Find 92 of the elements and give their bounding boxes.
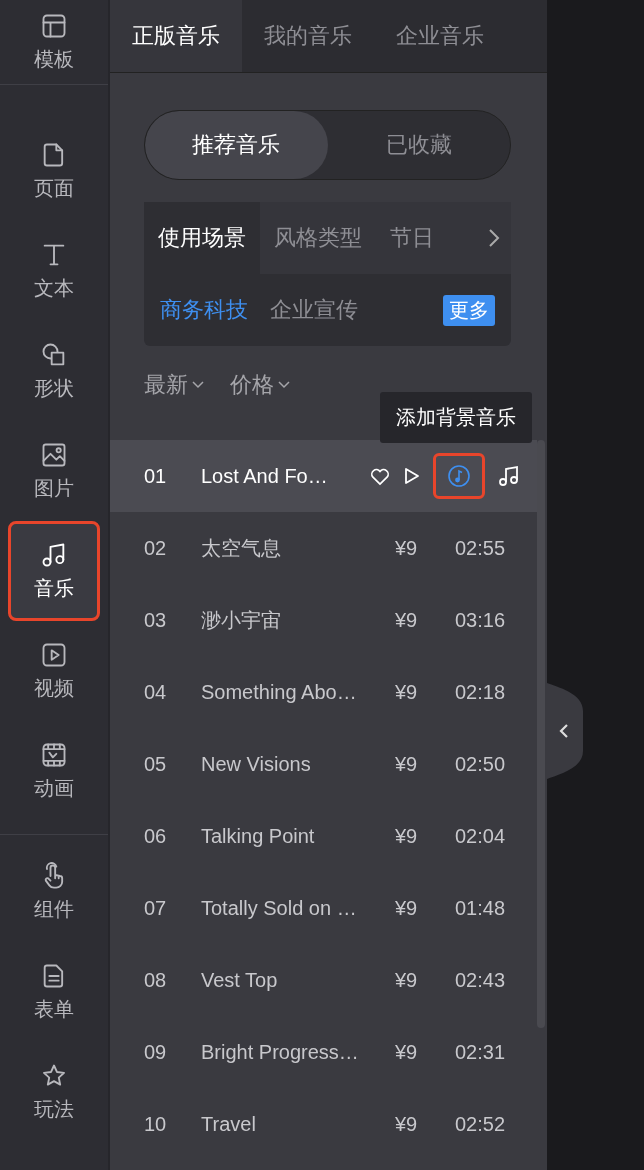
segment-button[interactable]: 已收藏 <box>327 111 510 179</box>
category-tab[interactable]: 使用场景 <box>144 202 260 274</box>
track-number: 09 <box>144 1040 168 1064</box>
sidebar-item[interactable]: 音乐 <box>8 521 100 621</box>
track-price: ¥9 <box>395 680 419 704</box>
track-price: ¥9 <box>395 968 419 992</box>
track-row[interactable]: 10 Travel ¥9 02:52 <box>110 1088 537 1160</box>
track-number: 02 <box>144 536 168 560</box>
sort-dropdown[interactable]: 价格 <box>230 370 290 400</box>
track-duration: 02:43 <box>455 968 507 992</box>
play-icon[interactable] <box>403 466 421 486</box>
track-row[interactable]: 08 Vest Top ¥9 02:43 <box>110 944 537 1016</box>
category-tab[interactable]: 节日 <box>376 202 448 274</box>
tab[interactable]: 正版音乐 <box>110 0 242 72</box>
sidebar-label: 文本 <box>34 275 74 301</box>
track-row[interactable]: 06 Talking Point ¥9 02:04 <box>110 800 537 872</box>
track-duration: 02:50 <box>455 752 507 776</box>
track-row[interactable]: 01 Lost And Fo… <box>110 440 537 512</box>
track-row[interactable]: 05 New Visions ¥9 02:50 <box>110 728 537 800</box>
tag-link[interactable]: 企业宣传 <box>270 295 358 325</box>
sidebar-label: 视频 <box>34 675 74 701</box>
sidebar-label: 组件 <box>34 896 74 922</box>
track-title: Travel <box>201 1112 257 1136</box>
track-title: 太空气息 <box>201 535 282 561</box>
sidebar-label: 表单 <box>34 996 74 1022</box>
sidebar-item[interactable]: 模板 <box>8 0 100 84</box>
sidebar-item[interactable]: 页面 <box>8 121 100 221</box>
track-price: ¥9 <box>395 896 419 920</box>
track-title: 渺小宇宙 <box>201 607 282 633</box>
track-row[interactable]: 09 Bright Progress… ¥9 02:31 <box>110 1016 537 1088</box>
track-title: Vest Top <box>201 968 279 992</box>
track-number: 03 <box>144 608 168 632</box>
tag-link[interactable]: 商务科技 <box>160 295 248 325</box>
track-price: ¥9 <box>395 608 419 632</box>
track-duration: 02:31 <box>455 1040 507 1064</box>
category-tab[interactable]: 风格类型 <box>260 202 376 274</box>
caret-down-icon <box>278 381 290 389</box>
track-duration: 02:52 <box>455 1112 507 1136</box>
sidebar-item[interactable]: 表单 <box>8 942 100 1042</box>
sidebar-item[interactable]: 视频 <box>8 621 100 721</box>
track-title: Lost And Fo… <box>201 464 329 488</box>
track-title: Bright Progress… <box>201 1040 360 1064</box>
collapse-handle[interactable] <box>547 683 583 779</box>
sidebar-label: 形状 <box>34 375 74 401</box>
track-title: New Visions <box>201 752 312 776</box>
track-number: 04 <box>144 680 168 704</box>
track-row[interactable]: 07 Totally Sold on … ¥9 01:48 <box>110 872 537 944</box>
segment-button[interactable]: 推荐音乐 <box>145 111 328 179</box>
track-number: 07 <box>144 896 168 920</box>
track-number: 05 <box>144 752 168 776</box>
chevron-right-icon[interactable] <box>487 227 501 249</box>
sidebar-label: 玩法 <box>34 1096 74 1122</box>
tab[interactable]: 企业音乐 <box>374 0 506 72</box>
music-circle-icon <box>447 464 471 488</box>
track-row[interactable]: 04 Something Abo… ¥9 02:18 <box>110 656 537 728</box>
track-price: ¥9 <box>395 1040 419 1064</box>
track-duration: 02:18 <box>455 680 507 704</box>
sidebar-item[interactable]: 图片 <box>8 421 100 521</box>
add-music-button[interactable] <box>433 453 485 499</box>
sidebar-item[interactable]: 动画 <box>8 721 100 821</box>
sidebar-item[interactable]: 玩法 <box>8 1042 100 1142</box>
track-duration: 02:04 <box>455 824 507 848</box>
track-title: Talking Point <box>201 824 316 848</box>
sidebar-item[interactable]: 组件 <box>8 842 100 942</box>
sidebar-item[interactable]: 形状 <box>8 321 100 421</box>
heart-icon[interactable] <box>369 466 391 486</box>
track-duration: 01:48 <box>455 896 507 920</box>
tab[interactable]: 我的音乐 <box>242 0 374 72</box>
tooltip: 添加背景音乐 <box>380 392 532 443</box>
track-row[interactable]: 03 渺小宇宙 ¥9 03:16 <box>110 584 537 656</box>
track-price: ¥9 <box>395 536 419 560</box>
sidebar-label: 模板 <box>34 46 74 72</box>
track-row[interactable]: 02 太空气息 ¥9 02:55 <box>110 512 537 584</box>
sidebar-item[interactable]: 文本 <box>8 221 100 321</box>
caret-down-icon <box>192 381 204 389</box>
track-duration: 02:55 <box>455 536 507 560</box>
track-price: ¥9 <box>395 824 419 848</box>
track-number: 01 <box>144 464 168 488</box>
track-title: Totally Sold on … <box>201 896 358 920</box>
track-price: ¥9 <box>395 752 419 776</box>
track-number: 08 <box>144 968 168 992</box>
track-number: 10 <box>144 1112 168 1136</box>
sidebar-label: 图片 <box>34 475 74 501</box>
sidebar-label: 音乐 <box>34 575 74 601</box>
music-note-icon[interactable] <box>497 464 521 488</box>
track-title: Something Abo… <box>201 680 358 704</box>
track-number: 06 <box>144 824 168 848</box>
track-duration: 03:16 <box>455 608 507 632</box>
track-price: ¥9 <box>395 1112 419 1136</box>
sort-dropdown[interactable]: 最新 <box>144 370 204 400</box>
sidebar-label: 页面 <box>34 175 74 201</box>
sidebar-label: 动画 <box>34 775 74 801</box>
